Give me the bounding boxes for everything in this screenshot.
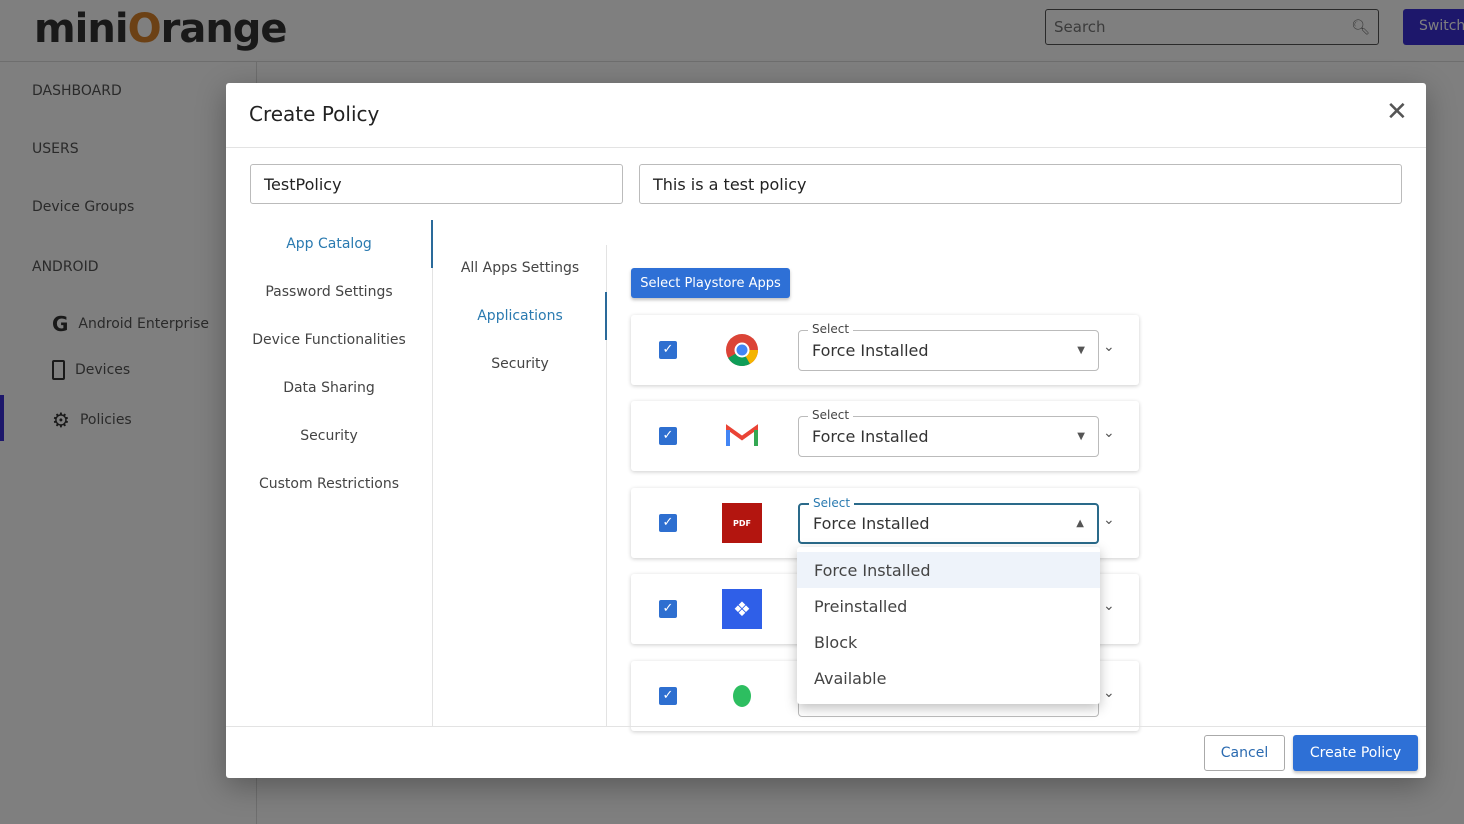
create-policy-dialog: Create Policy ✕ TestPolicy This is a tes… — [226, 83, 1426, 778]
select-label: Select — [809, 496, 855, 510]
dialog-title: Create Policy — [249, 102, 380, 126]
checkbox[interactable]: ✓ — [659, 427, 677, 445]
divider — [226, 147, 1426, 148]
caret-down-icon: ▼ — [1077, 345, 1085, 356]
policy-name-input[interactable]: TestPolicy — [250, 164, 623, 204]
gmail-icon — [722, 416, 762, 456]
chevron-down-icon[interactable]: ⌄ — [1103, 339, 1115, 355]
install-mode-select[interactable]: Select Force Installed ▼ — [798, 408, 1099, 457]
install-mode-select[interactable]: Select Force Installed ▼ — [798, 322, 1099, 371]
caret-down-icon: ▼ — [1077, 431, 1085, 442]
option-available[interactable]: Available — [797, 660, 1100, 696]
tab-data-sharing[interactable]: Data Sharing — [226, 380, 432, 396]
app-row: ✓ Select Force Installed ▼ ⌄ — [631, 401, 1139, 471]
select-label: Select — [808, 408, 854, 422]
select-value: Force Installed — [812, 341, 929, 360]
active-subtab-indicator — [605, 292, 607, 340]
dropbox-icon: ❖ — [722, 589, 762, 629]
option-preinstalled[interactable]: Preinstalled — [797, 588, 1100, 624]
select-value: Force Installed — [812, 427, 929, 446]
active-tab-indicator — [431, 220, 433, 268]
policy-description-input[interactable]: This is a test policy — [639, 164, 1402, 204]
checkbox[interactable]: ✓ — [659, 341, 677, 359]
chevron-down-icon[interactable]: ⌄ — [1103, 425, 1115, 441]
tab-device-functionalities[interactable]: Device Functionalities — [226, 332, 432, 348]
install-mode-select[interactable]: Select Force Installed ▲ — [798, 496, 1099, 544]
checkbox[interactable]: ✓ — [659, 600, 677, 618]
subtab-security[interactable]: Security — [434, 356, 606, 372]
option-block[interactable]: Block — [797, 624, 1100, 660]
tab-app-catalog[interactable]: App Catalog — [226, 236, 432, 252]
checkbox[interactable]: ✓ — [659, 687, 677, 705]
checkbox[interactable]: ✓ — [659, 514, 677, 532]
select-label: Select — [808, 322, 854, 336]
chevron-down-icon[interactable]: ⌄ — [1103, 598, 1115, 614]
evernote-icon — [722, 676, 762, 716]
footer-divider — [226, 726, 1426, 727]
chevron-down-icon[interactable]: ⌄ — [1103, 512, 1115, 528]
app-row: ✓ Select Force Installed ▼ ⌄ — [631, 315, 1139, 385]
select-playstore-apps-button[interactable]: Select Playstore Apps — [631, 268, 790, 298]
subtab-applications[interactable]: Applications — [434, 308, 606, 324]
cancel-button[interactable]: Cancel — [1204, 735, 1285, 771]
subtab-all-apps-settings[interactable]: All Apps Settings — [434, 260, 606, 276]
tab-security[interactable]: Security — [226, 428, 432, 444]
caret-up-icon: ▲ — [1076, 518, 1084, 529]
chrome-icon — [722, 330, 762, 370]
tab-password-settings[interactable]: Password Settings — [226, 284, 432, 300]
app-catalog-subnav: All Apps Settings Applications Security — [434, 245, 607, 726]
tab-custom-restrictions[interactable]: Custom Restrictions — [226, 476, 432, 492]
install-mode-dropdown-menu: Force Installed Preinstalled Block Avail… — [797, 547, 1100, 704]
option-force-installed[interactable]: Force Installed — [797, 552, 1100, 588]
close-icon[interactable]: ✕ — [1386, 97, 1408, 127]
create-policy-button[interactable]: Create Policy — [1293, 735, 1418, 771]
adobe-pdf-icon: PDF — [722, 503, 762, 543]
select-value: Force Installed — [813, 514, 930, 533]
policy-category-nav: App Catalog Password Settings Device Fun… — [226, 220, 433, 726]
chevron-down-icon[interactable]: ⌄ — [1103, 685, 1115, 701]
